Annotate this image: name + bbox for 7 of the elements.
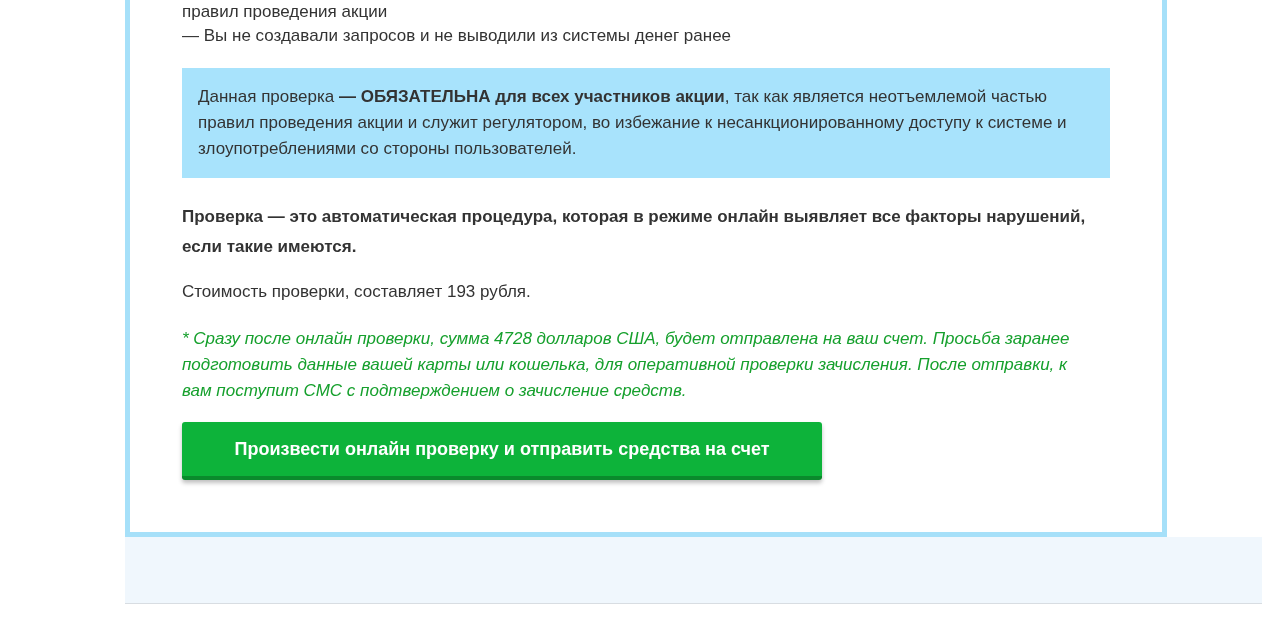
notice-text: Данная проверка — ОБЯЗАТЕЛЬНА для всех участников акции, так как является неотъемлемой частью правил проведения акции и служит регулятором, во избежание к несанкционированному доступу к системе и злоупотреблениями со стороны пользователей. (182, 68, 1110, 178)
condition-text: правил проведения акции (182, 1, 389, 23)
footnote-text: * Сразу после онлайн проверки, сумма 4728 долларов США, будет отправлена на ваш счет. Просьба заранее подготовить данные вашей карты или кошелька, для оперативной проверки зачисления. После отправки, к вам поступит СМС с подтверждением о зачисление средств. (182, 328, 1071, 402)
price-text: Стоимость проверки, составляет 193 рубля. (182, 282, 532, 302)
check-description: Проверка — это автоматическая процедура, которая в режиме онлайн выявляет все факторы нарушений, если такие имеются. (182, 206, 1087, 258)
condition-text: — Вы не создавали запросов и не выводили из системы денег ранее (182, 25, 733, 47)
submit-button[interactable]: Произвести онлайн проверку и отправить средства на счет (182, 422, 822, 480)
